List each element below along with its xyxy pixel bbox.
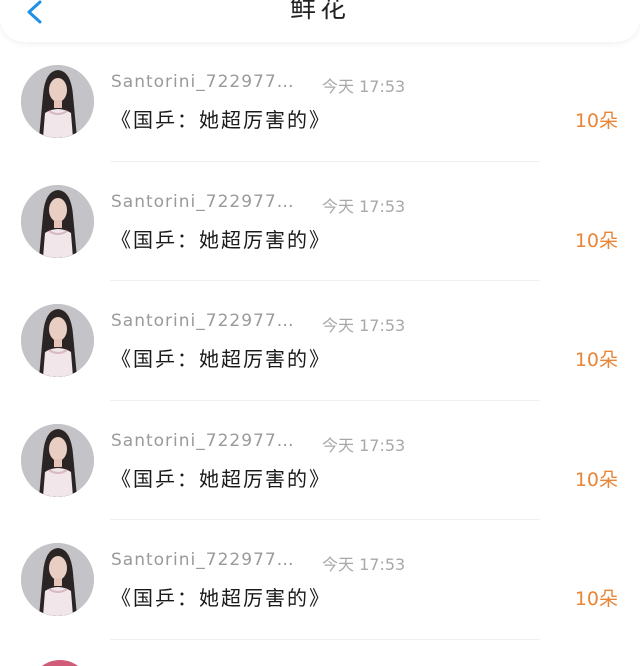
message-text: 《国乒：她超厉害的》 — [111, 347, 331, 371]
username[interactable]: Santorini_722977… — [111, 550, 295, 570]
flower-count: 10朵 — [574, 229, 618, 252]
page: 鲜花 Santorini_722977… 今天 17:53 《国乒：她超厉害的》… — [0, 0, 640, 666]
avatar[interactable] — [21, 184, 94, 258]
timestamp: 今天 17:53 — [322, 316, 406, 335]
gift-list: Santorini_722977… 今天 17:53 《国乒：她超厉害的》 10… — [0, 42, 640, 640]
avatar-image — [21, 65, 94, 138]
flower-count: 10朵 — [574, 468, 618, 491]
avatar[interactable] — [21, 65, 94, 138]
username[interactable]: Santorini_722977… — [111, 431, 295, 451]
list-item[interactable]: Santorini_722977… 今天 17:53 《国乒：她超厉害的》 10… — [0, 281, 640, 401]
timestamp: 今天 17:53 — [322, 435, 406, 455]
avatar-image — [21, 304, 94, 377]
avatar[interactable] — [21, 543, 94, 616]
message-text: 《国乒：她超厉害的》 — [111, 227, 331, 252]
username[interactable]: Santorini_722977… — [111, 72, 295, 92]
flower-count: 10朵 — [574, 588, 618, 610]
partial-avatar — [30, 660, 90, 666]
divider — [110, 638, 540, 640]
flower-count: 10朵 — [574, 110, 618, 132]
timestamp: 今天 17:53 — [322, 555, 406, 574]
page-title: 鲜花 — [289, 0, 350, 24]
avatar-image — [21, 184, 94, 258]
list-item[interactable]: Santorini_722977… 今天 17:53 《国乒：她超厉害的》 10… — [0, 162, 640, 281]
username[interactable]: Santorini_722977… — [111, 311, 295, 331]
timestamp: 今天 17:53 — [322, 196, 406, 216]
message-text: 《国乒：她超厉害的》 — [111, 466, 331, 491]
header-bar: 鲜花 — [0, 0, 640, 42]
avatar[interactable] — [21, 423, 94, 497]
message-text: 《国乒：她超厉害的》 — [111, 108, 331, 132]
list-item[interactable]: Santorini_722977… 今天 17:53 《国乒：她超厉害的》 10… — [0, 520, 640, 640]
list-item[interactable]: Santorini_722977… 今天 17:53 《国乒：她超厉害的》 10… — [0, 42, 640, 162]
username[interactable]: Santorini_722977… — [111, 192, 295, 212]
avatar-image — [21, 543, 94, 616]
list-item[interactable]: Santorini_722977… 今天 17:53 《国乒：她超厉害的》 10… — [0, 401, 640, 520]
avatar[interactable] — [21, 304, 94, 377]
flower-count: 10朵 — [574, 349, 618, 371]
timestamp: 今天 17:53 — [322, 77, 406, 96]
message-text: 《国乒：她超厉害的》 — [111, 586, 331, 610]
avatar-image — [21, 423, 94, 497]
